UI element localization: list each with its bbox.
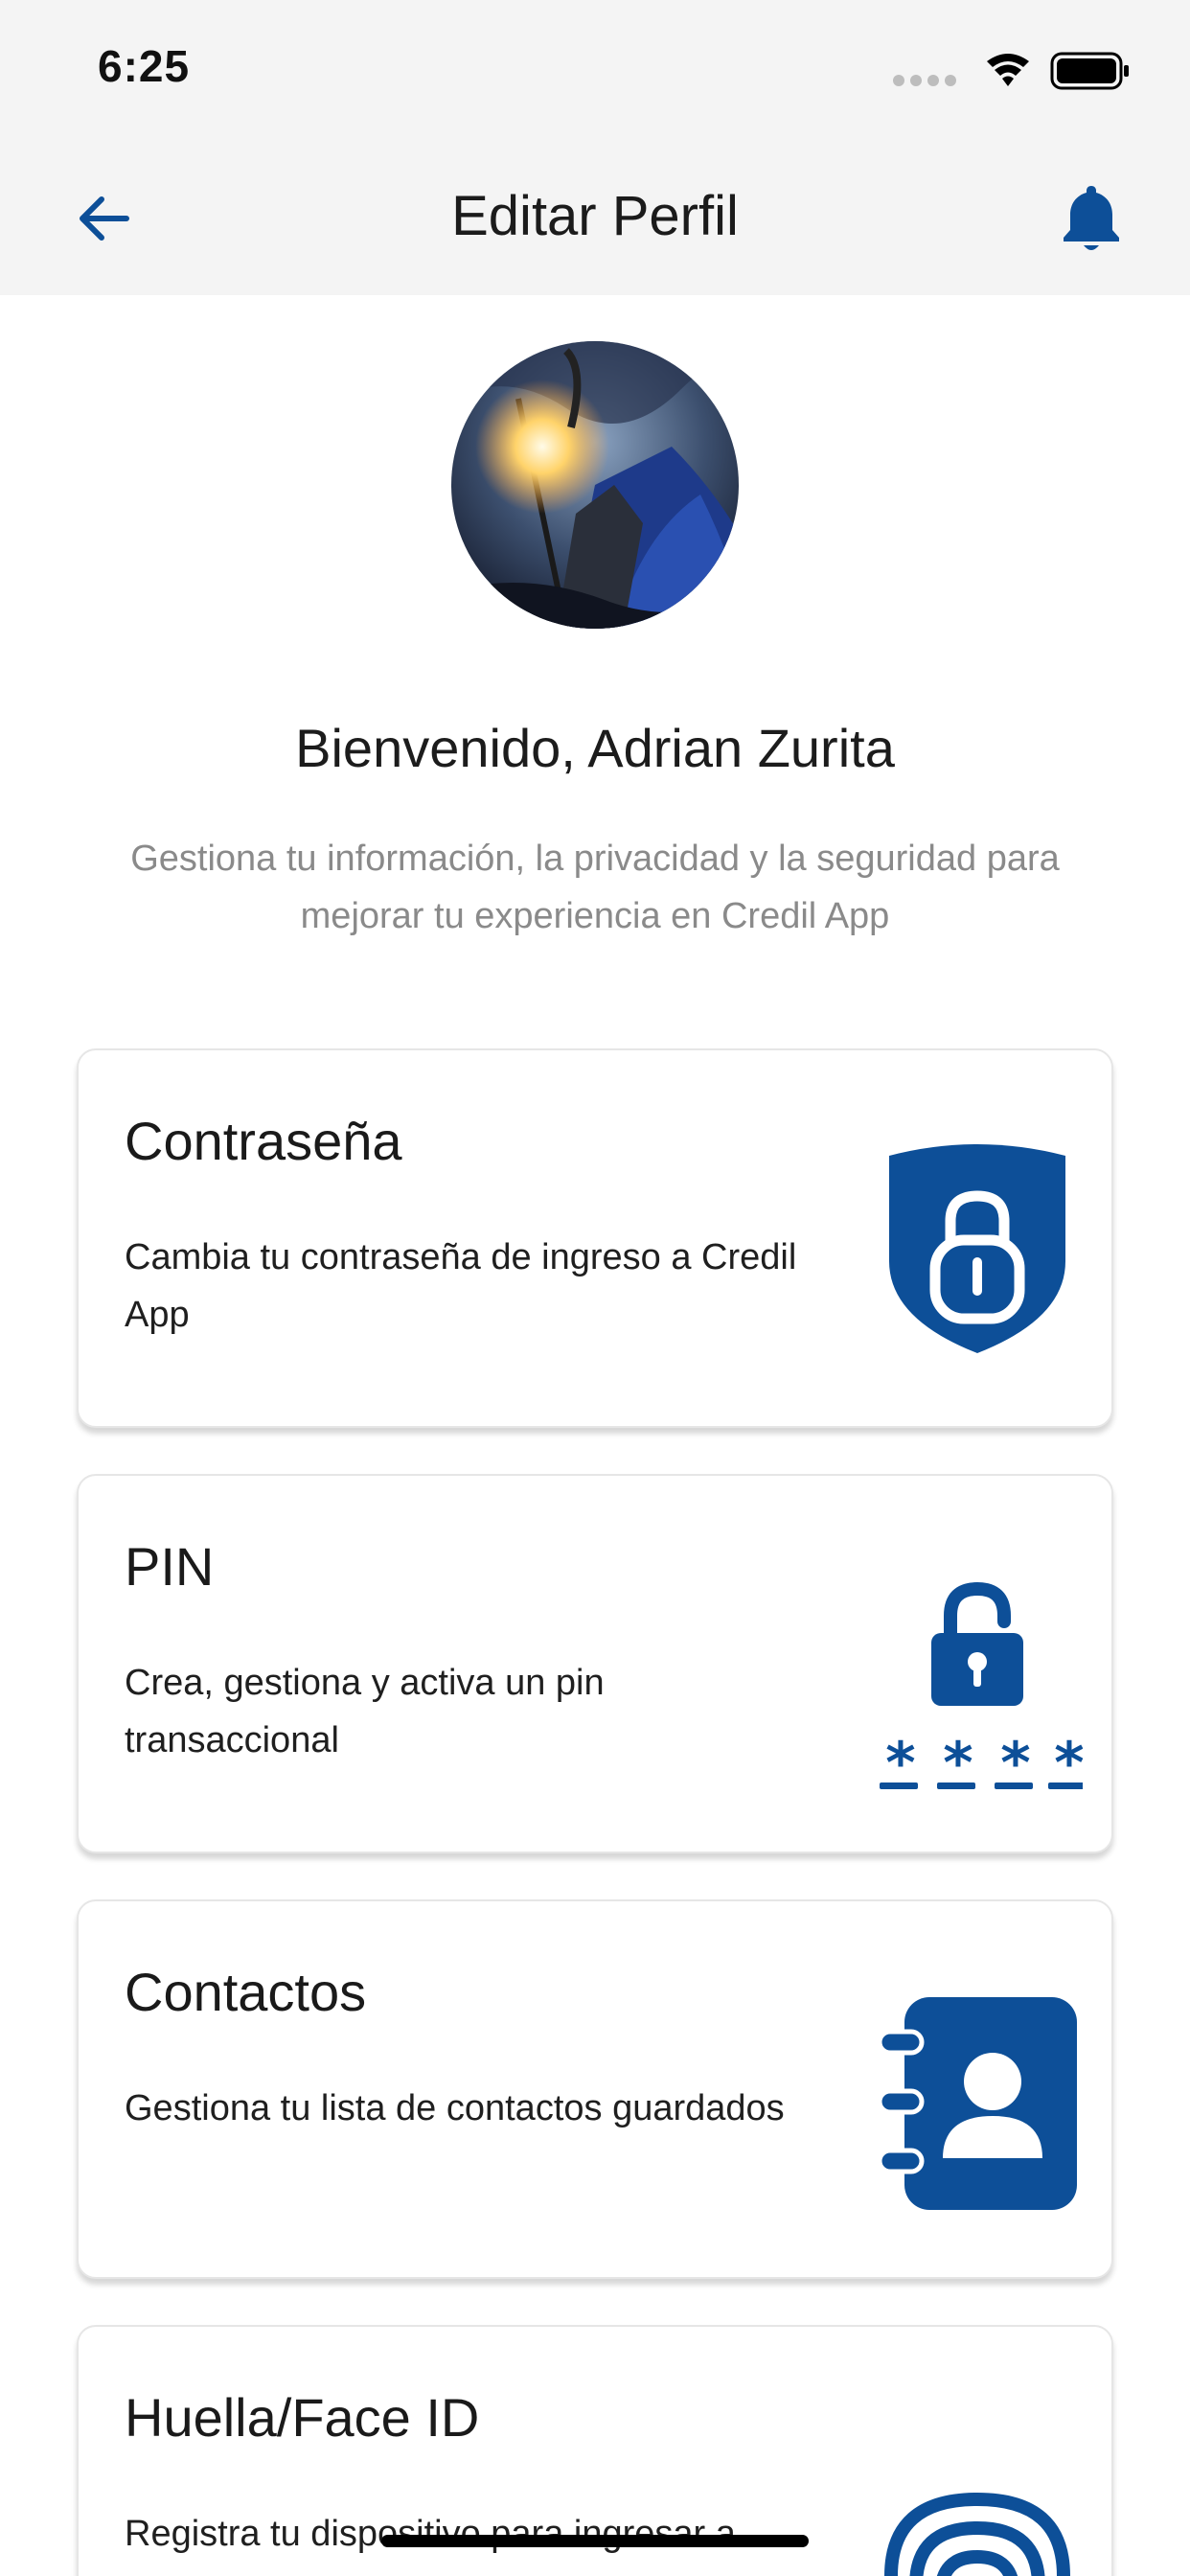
fingerprint-icon (884, 2492, 1070, 2576)
contacts-card[interactable]: Contactos Gestiona tu lista de contactos… (77, 1899, 1113, 2279)
bell-icon[interactable] (1058, 182, 1125, 255)
avatar[interactable] (451, 341, 739, 629)
card-description: Crea, gestiona y activa un pin transacci… (125, 1663, 605, 1760)
card-title: Contraseña (125, 1111, 402, 1171)
contacts-book-icon (877, 1997, 1077, 2210)
card-title: PIN (125, 1536, 215, 1597)
signal-icon (893, 75, 956, 86)
card-description: Registra tu dispositivo para ingresar a (125, 2514, 736, 2554)
card-title: Contactos (125, 1962, 367, 2022)
status-time: 6:25 (98, 41, 191, 91)
battery-icon (1050, 52, 1129, 90)
page-title: Editar Perfil (451, 185, 739, 247)
pin-card[interactable]: PIN Crea, gestiona y activa un pin trans… (77, 1474, 1113, 1853)
shield-lock-icon (889, 1144, 1065, 1353)
password-card[interactable]: Contraseña Cambia tu contraseña de ingre… (77, 1048, 1113, 1428)
wifi-icon (987, 54, 1029, 86)
profile-subtitle: Gestiona tu información, la privacidad y… (130, 839, 1060, 936)
home-indicator[interactable] (381, 2535, 809, 2547)
top-bar: 6:25 Editar Perfil (0, 0, 1190, 295)
card-description: Cambia tu contraseña de ingreso a Credil… (125, 1237, 797, 1335)
avatar-image (451, 341, 739, 629)
card-title: Huella/Face ID (125, 2387, 480, 2448)
pin-lock-icon: * * * * (880, 1581, 1083, 1792)
edit-profile-screen: 6:25 Editar Perfil Bienvenido, Adrian Zu… (0, 0, 1190, 2576)
welcome-heading: Bienvenido, Adrian Zurita (295, 718, 895, 778)
status-icons (893, 52, 1129, 90)
card-description: Gestiona tu lista de contactos guardados (125, 2088, 785, 2128)
